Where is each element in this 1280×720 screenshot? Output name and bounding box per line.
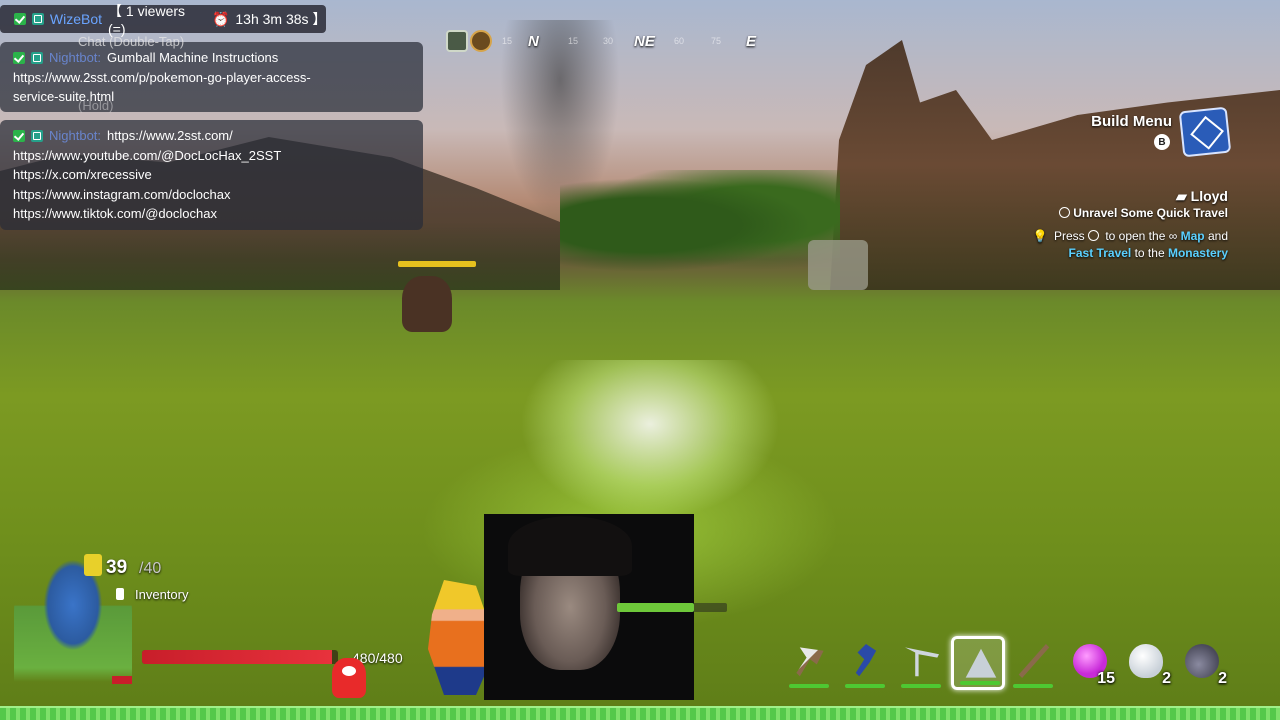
chat-text-line: Gumball Machine Instructions — [107, 50, 279, 65]
build-menu-label[interactable]: Build Menu — [1091, 113, 1172, 130]
stream-status-bar: WizeBot 【 1 viewers (=) ⏰ 13h 3m 38s 】 — [0, 3, 327, 37]
bot-name: WizeBot — [49, 11, 102, 27]
chat-hint[interactable]: Chat (Double-Tap) — [78, 34, 184, 49]
chat-text-line: https://www.2sst.com/p/pokemon-go-player… — [13, 69, 311, 85]
chat-text-line: https://www.instagram.com/doclochax — [13, 186, 231, 202]
hotbar-slot-pickaxe[interactable] — [895, 636, 949, 690]
stamina-indicator — [112, 676, 132, 684]
inventory-key-icon — [116, 588, 124, 600]
alarm-clock-icon: ⏰ — [211, 10, 230, 27]
hotbar-slot-potion[interactable]: 2 — [1175, 636, 1229, 690]
durability-bar — [845, 684, 885, 688]
quest-npc: Lloyd — [1190, 188, 1228, 204]
stream-bottom-border — [0, 706, 1280, 720]
hotbar: 15 2 2 — [783, 636, 1229, 690]
chat-text-line: https://www.2sst.com/ — [107, 128, 233, 143]
hotbar-slot-shovel[interactable] — [839, 636, 893, 690]
axe-icon — [796, 647, 824, 677]
hotbar-slot-tri-tool[interactable] — [951, 636, 1005, 690]
stream-uptime: 13h 3m 38s 】 — [235, 11, 327, 27]
shield-marker-icon — [446, 30, 468, 52]
checkmark-icon — [13, 129, 25, 142]
enemy-health-bar — [398, 261, 476, 267]
hint-bulb-icon: 💡 — [1032, 229, 1048, 243]
compass-north: N — [528, 32, 539, 50]
quest-step-map: Map — [1180, 229, 1205, 243]
gear-marker-icon — [470, 30, 492, 52]
compass-northeast: NE — [634, 32, 655, 50]
inventory-max: /40 — [139, 560, 162, 577]
quest-title: Unravel Some Quick Travel — [1073, 206, 1228, 220]
chat-text-line: https://www.youtube.com/@DocLocHax_2SST — [13, 147, 282, 163]
companion-health-fill — [617, 603, 694, 612]
checkmark-icon — [13, 51, 25, 64]
shovel-icon — [855, 644, 877, 677]
health-bar-fill — [142, 650, 333, 664]
compass-tick: 75 — [711, 36, 722, 46]
compass-tick: 15 — [502, 36, 513, 46]
durability-bar — [960, 681, 1000, 685]
item-quantity: 15 — [1097, 670, 1115, 687]
chat-text-line: service-suite.html — [13, 89, 115, 104]
stone-shrine — [808, 240, 868, 290]
badge-icon — [31, 13, 44, 25]
hotbar-slot-spear[interactable] — [1007, 636, 1061, 690]
chat-username: Nightbot: — [49, 50, 102, 65]
map-icon: ∞ — [1168, 229, 1178, 243]
hotbar-slot-axe[interactable] — [783, 636, 837, 690]
badge-icon — [31, 129, 43, 142]
durability-bar — [789, 684, 829, 688]
potion-icon — [1185, 644, 1219, 678]
quest-fast-travel: Fast Travel — [1068, 246, 1132, 260]
compass-bar: 15 N 15 30 NE 60 75 E — [446, 28, 806, 54]
food-icon — [332, 658, 366, 698]
item-quantity: 2 — [1162, 670, 1171, 687]
chat-username: Nightbot: — [49, 128, 102, 143]
wild-creature — [402, 276, 452, 332]
quest-step-press: Press — [1053, 229, 1085, 243]
spear-icon — [1018, 644, 1050, 678]
button-prompt-icon — [1087, 230, 1099, 241]
build-menu-key: B — [1154, 134, 1170, 150]
chat-text-line: https://www.tiktok.com/@doclochax — [13, 206, 217, 221]
badge-icon — [31, 51, 43, 64]
tree-cluster — [560, 170, 840, 280]
hotbar-slot-egg[interactable]: 2 — [1119, 636, 1173, 690]
quest-tracker: ▰ Lloyd Unravel Some Quick Travel 💡 Pres… — [1033, 188, 1228, 262]
compass-tick: 15 — [568, 36, 579, 46]
viewer-count: 【 1 viewers (=) — [108, 3, 186, 37]
quest-book-icon: ▰ — [1176, 188, 1191, 204]
compass-tick: 30 — [603, 36, 614, 46]
hold-hint: (Hold) — [78, 98, 114, 113]
hotbar-slot-gem[interactable]: 15 — [1063, 636, 1117, 690]
item-quantity: 2 — [1218, 670, 1227, 687]
level-badge-icon — [84, 554, 102, 576]
quest-step-mid: to open the — [1105, 229, 1166, 243]
chat-message: Nightbot: Gumball Machine Instructions h… — [0, 42, 423, 112]
quest-objective-icon — [1059, 207, 1071, 218]
chat-text-line: https://x.com/xrecessive — [13, 167, 152, 182]
build-menu-icon[interactable] — [1178, 106, 1232, 158]
health-bar — [142, 650, 338, 664]
quest-step-to: to the — [1134, 246, 1165, 260]
quest-step-and: and — [1207, 229, 1228, 243]
pickaxe-icon — [905, 647, 939, 677]
quest-destination: Monastery — [1167, 246, 1228, 260]
inventory-count: 39 — [106, 557, 128, 578]
compass-east: E — [746, 32, 757, 50]
compass-tick: 60 — [674, 36, 685, 46]
tri-tool-icon — [965, 648, 997, 678]
companion-health-bar — [617, 603, 727, 612]
checkmark-icon — [14, 13, 26, 25]
streamer-hair — [508, 516, 632, 576]
chat-message: Nightbot: https://www.2sst.com/ https://… — [0, 120, 423, 230]
durability-bar — [901, 684, 941, 688]
egg-icon — [1129, 644, 1163, 678]
inventory-label[interactable]: Inventory — [135, 587, 188, 602]
wind-effect — [520, 360, 780, 520]
durability-bar — [1013, 684, 1053, 688]
